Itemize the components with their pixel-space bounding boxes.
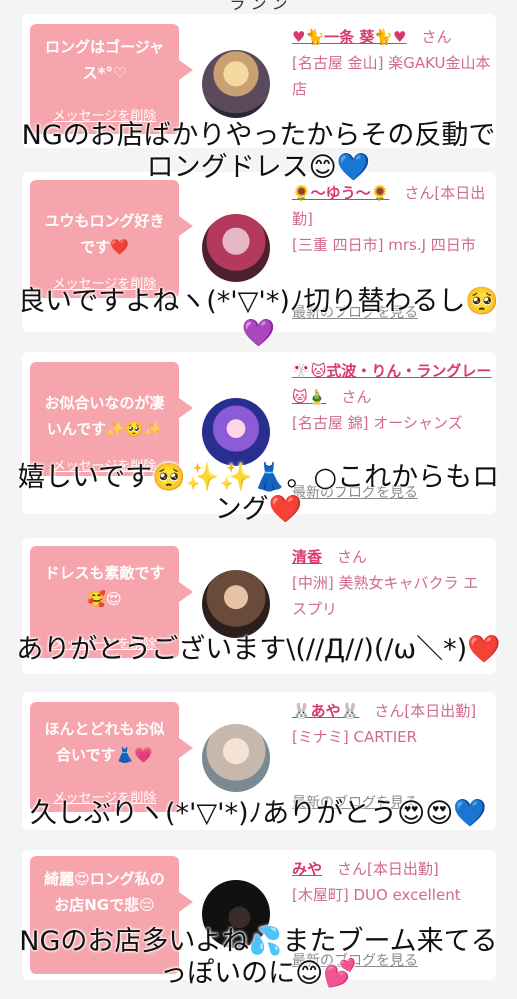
avatar[interactable] (202, 570, 270, 638)
top-fragment: ラ ン ン (0, 0, 517, 14)
honorific: さん (341, 388, 372, 406)
message-bubble: ユウもロング好きです❤️ メッセージを削除 (30, 180, 193, 298)
overlay-caption: 久しぶりヽ(*'▽'*)ﾉありがとう😍😍💙 (29, 798, 488, 829)
shop-name: [ミナミ] CARTIER (292, 728, 418, 746)
shop-name: [中洲] 美熟女キャバクラ エスプリ (292, 574, 479, 618)
cast-name-link[interactable]: 🐰あや🐰 (292, 702, 359, 720)
cast-name-link[interactable]: 🎌🐱式波・りん・ラングレー🐱🎍 (292, 362, 491, 406)
overlay-caption: 良いですよねヽ(*'▽'*)ﾉ切り替わるし🥺💜 (18, 286, 499, 349)
shop-name: [三重 四日市] mrs.J 四日市 (292, 236, 476, 254)
overlay-caption: ありがとうございます\(//Д//)(/ω＼*)❤️ (16, 634, 501, 665)
overlay-caption: 嬉しいです🥺✨✨👗。○これからもロング❤️ (17, 462, 500, 525)
honorific: さん[本日出勤] (337, 860, 439, 878)
overlay-caption: NGのお店ばかりやったからその反動でロングドレス😊💙 (21, 120, 496, 183)
cast-name-link[interactable]: 🌻〜ゆう〜🌻 (292, 184, 389, 202)
shop-name: [木屋町] DUO excellent (292, 886, 461, 904)
avatar[interactable] (202, 724, 270, 792)
message-text: ユウもロング好きです❤️ (44, 212, 165, 256)
cast-name-link[interactable]: 清香 (292, 548, 322, 566)
cast-name-link[interactable]: ♥🐈一条 葵🐈♥ (292, 28, 406, 46)
message-text: お似合いなのが凄いんです✨🥺✨ (44, 394, 165, 438)
honorific: さん (337, 548, 368, 566)
message-text: ほんとどれもお似合いです👗💗 (44, 720, 165, 764)
honorific: さん[本日出勤] (374, 702, 477, 720)
message-text: ドレスも素敵です🥰😍 (44, 564, 165, 608)
message-text: 綺麗😍ロング私のお店NGで悲😔 (44, 870, 165, 914)
avatar[interactable] (202, 398, 270, 466)
message-bubble: ロングはゴージャス*°♡ メッセージを削除 (30, 24, 193, 134)
message-bubble: ほんとどれもお似合いです👗💗 メッセージを削除 (30, 702, 193, 812)
avatar[interactable] (202, 214, 270, 282)
message-text: ロングはゴージャス*°♡ (45, 38, 164, 82)
cast-name-link[interactable]: みや (292, 860, 322, 878)
avatar[interactable] (202, 50, 270, 118)
shop-name: [名古屋 錦] オーシャンズ (292, 414, 463, 432)
overlay-caption: NGのお店多いよね💦またブーム来てるっぽいのに😊💕 (19, 926, 498, 989)
shop-name: [名古屋 金山] 楽GAKU金山本店 (292, 54, 491, 98)
honorific: さん (421, 28, 452, 46)
message-bubble: お似合いなのが凄いんです✨🥺✨ メッセージを削除 (30, 362, 193, 476)
